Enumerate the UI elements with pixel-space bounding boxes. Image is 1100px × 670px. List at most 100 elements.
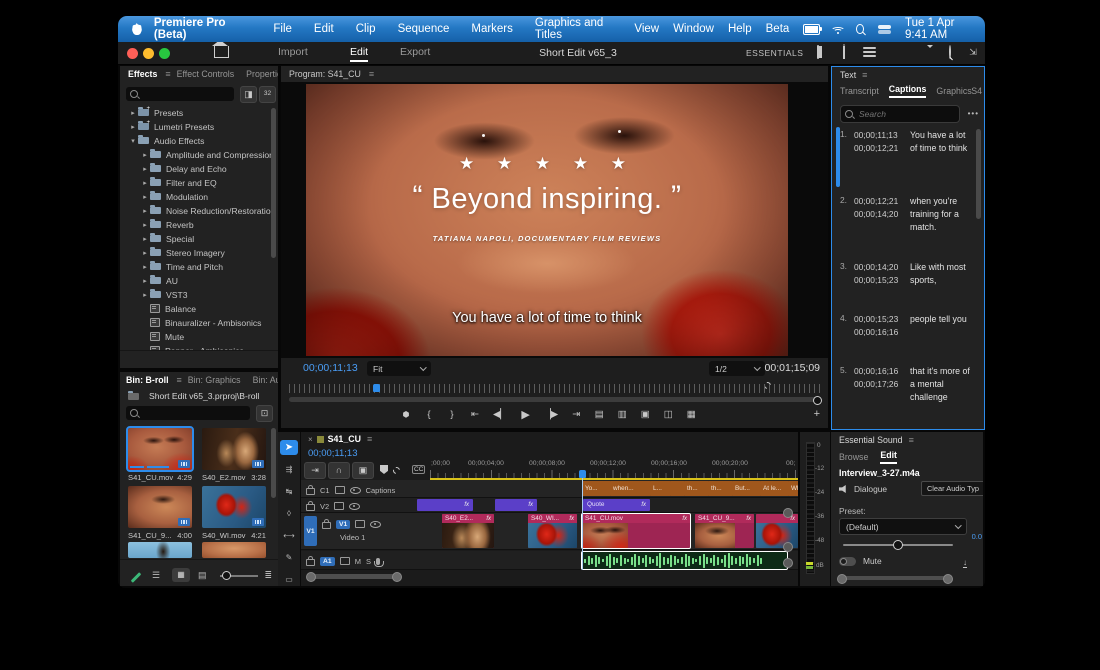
solo-button[interactable]: S bbox=[366, 557, 371, 566]
caption-clip[interactable]: th... bbox=[684, 481, 709, 496]
caption-clip[interactable]: But... bbox=[732, 481, 761, 496]
bin-clip-thumbnail[interactable] bbox=[128, 486, 192, 528]
gain-value[interactable]: 0.0 bbox=[972, 532, 982, 541]
tree-item[interactable]: Mute bbox=[150, 330, 278, 343]
caption-row[interactable]: 5. 00;00;16;16 00;00;17;26 that it's more… bbox=[840, 365, 978, 404]
caption-row[interactable]: 1. 00;00;11;13 00;00;12;21 You have a lot… bbox=[840, 129, 978, 155]
multicam-button[interactable]: ▦ bbox=[686, 409, 696, 420]
add-marker-button[interactable]: ⬢ bbox=[401, 410, 411, 419]
video-clip[interactable]: S40_WI... fx bbox=[528, 514, 577, 548]
tab-export[interactable]: Export bbox=[400, 46, 430, 58]
caption-clip[interactable] bbox=[670, 481, 685, 496]
linked-selection-icon[interactable]: ▣ bbox=[352, 462, 374, 479]
video-clip[interactable]: S41_CU_9... fx bbox=[695, 514, 754, 548]
video-clip[interactable]: S40_E2... fx bbox=[442, 514, 494, 548]
track-badge[interactable]: V1 bbox=[336, 519, 351, 529]
panel-menu-icon[interactable]: ≡ bbox=[369, 69, 374, 79]
control-center-icon[interactable] bbox=[878, 24, 891, 34]
mute-toggle[interactable] bbox=[839, 556, 856, 566]
insert-overwrite-icon[interactable]: ⇥ bbox=[304, 462, 326, 479]
menu-item-sequence[interactable]: Sequence bbox=[387, 23, 461, 35]
tree-item[interactable]: ▸ Stereo Imagery bbox=[140, 246, 278, 259]
search-help-icon[interactable] bbox=[942, 45, 958, 59]
menu-item-clip[interactable]: Clip bbox=[345, 23, 387, 35]
home-icon[interactable] bbox=[212, 42, 229, 58]
fit-dropdown[interactable]: Fit bbox=[367, 361, 431, 376]
tree-item[interactable]: ▸ Special bbox=[140, 232, 278, 245]
tree-item[interactable]: ▸ VST3 bbox=[140, 288, 278, 301]
caption-clip[interactable]: Yo... bbox=[582, 481, 611, 496]
lock-icon[interactable] bbox=[306, 485, 315, 495]
tab-bin-audio[interactable]: Bin: Au bbox=[247, 375, 278, 385]
v1-source-patch[interactable]: V1 bbox=[304, 516, 317, 546]
caption-track-header[interactable]: C1 Captions bbox=[306, 485, 395, 495]
clip-name[interactable]: S40_E2.mov bbox=[202, 473, 245, 482]
tab-effects[interactable]: Effects bbox=[122, 69, 163, 79]
sort-icon[interactable]: ≣ bbox=[264, 570, 272, 581]
track-badge[interactable]: A1 bbox=[320, 556, 335, 566]
program-video-frame[interactable]: ★ ★ ★ ★ ★ “ Beyond inspiring. ” TATIANA … bbox=[306, 84, 788, 356]
menu-item-file[interactable]: File bbox=[262, 23, 303, 35]
more-options-icon[interactable]: ••• bbox=[968, 109, 979, 118]
clip-name[interactable]: S40_WI.mov bbox=[202, 531, 245, 540]
caption-row[interactable]: 3. 00;00;14;20 00;00;15;23 Like with most… bbox=[840, 261, 978, 287]
eye-icon[interactable] bbox=[370, 520, 382, 528]
caption-row[interactable]: 2. 00;00;12;21 00;00;14;20 when you're tr… bbox=[840, 195, 978, 234]
menu-item-markers[interactable]: Markers bbox=[460, 23, 524, 35]
timeline-h-scrollbar[interactable] bbox=[306, 572, 402, 582]
rectangle-tool[interactable]: ▭ bbox=[280, 572, 298, 586]
program-scroll-knob[interactable] bbox=[813, 396, 822, 405]
snap-icon[interactable]: ∩ bbox=[328, 462, 350, 479]
program-mini-ruler[interactable] bbox=[289, 384, 820, 393]
bin-clip-thumbnail[interactable] bbox=[126, 426, 194, 472]
tree-item[interactable]: ▸ Modulation bbox=[140, 190, 278, 203]
button-editor-icon[interactable]: + bbox=[814, 408, 820, 420]
caption-clip[interactable]: L... bbox=[650, 481, 671, 496]
mark-out-button[interactable]: } bbox=[447, 409, 457, 420]
audio-clip-selected[interactable] bbox=[581, 551, 788, 570]
tab-sequence[interactable]: S41_CU bbox=[328, 434, 361, 444]
lock-icon[interactable] bbox=[306, 556, 315, 566]
lock-icon[interactable] bbox=[322, 519, 331, 529]
panel-menu-icon[interactable]: ≡ bbox=[862, 70, 867, 80]
tree-item[interactable]: ▸ Amplitude and Compression bbox=[140, 148, 278, 161]
go-to-in-button[interactable]: ⇤ bbox=[470, 409, 480, 420]
track-resize-handle[interactable] bbox=[783, 542, 793, 552]
menu-item-beta[interactable]: Beta bbox=[766, 23, 790, 35]
track-select-tool[interactable]: ⇶ bbox=[280, 462, 298, 477]
caption-clip[interactable]: th... bbox=[708, 481, 733, 496]
timeline-timecode[interactable]: 00;00;11;13 bbox=[308, 448, 357, 459]
zoom-window-button[interactable] bbox=[159, 48, 170, 59]
tab-edit[interactable]: Edit bbox=[350, 46, 369, 62]
bin-clip-thumbnail[interactable] bbox=[202, 542, 266, 558]
list-view-icon[interactable]: ☰ bbox=[152, 570, 160, 581]
grid-view-icon[interactable]: ▦ bbox=[172, 568, 190, 582]
clip-name[interactable]: S41_CU.mov bbox=[128, 473, 173, 482]
menu-item-edit[interactable]: Edit bbox=[303, 23, 345, 35]
wifi-icon[interactable] bbox=[830, 25, 845, 34]
v2-track-header[interactable]: V2 bbox=[306, 501, 361, 511]
graphic-clip[interactable]: fx bbox=[417, 499, 473, 511]
menu-app-name[interactable]: Premiere Pro (Beta) bbox=[142, 17, 263, 41]
tree-item[interactable]: ▸Presets bbox=[128, 106, 278, 119]
lock-icon[interactable] bbox=[306, 501, 315, 511]
v1-track-header[interactable]: V1 bbox=[322, 519, 382, 529]
go-to-out-button[interactable]: ⇥ bbox=[571, 409, 581, 420]
quick-export-icon[interactable] bbox=[863, 45, 879, 59]
tab-bin-broll[interactable]: Bin: B-roll bbox=[120, 375, 175, 385]
track-badge[interactable]: V2 bbox=[320, 502, 329, 511]
playback-resolution-dropdown[interactable]: 1/2 bbox=[709, 361, 765, 376]
panel-menu-icon[interactable]: ≡ bbox=[909, 435, 914, 445]
pen-tool[interactable]: ✎ bbox=[280, 550, 298, 565]
tab-properties[interactable]: Propertie bbox=[240, 69, 278, 79]
tab-graphics[interactable]: Graphics bbox=[936, 86, 971, 96]
captions-search-input[interactable] bbox=[840, 105, 960, 123]
track-name[interactable]: Video 1 bbox=[340, 533, 365, 542]
tab-bin-graphics[interactable]: Bin: Graphics bbox=[182, 375, 247, 385]
audio-type-label[interactable]: Dialogue bbox=[854, 484, 887, 494]
tab-es-edit[interactable]: Edit bbox=[880, 450, 897, 464]
program-playhead[interactable] bbox=[373, 384, 380, 392]
comments-icon[interactable] bbox=[917, 45, 933, 59]
selection-tool[interactable]: ➤ bbox=[280, 440, 298, 455]
step-forward-button[interactable]: ▕▶ bbox=[544, 409, 559, 420]
